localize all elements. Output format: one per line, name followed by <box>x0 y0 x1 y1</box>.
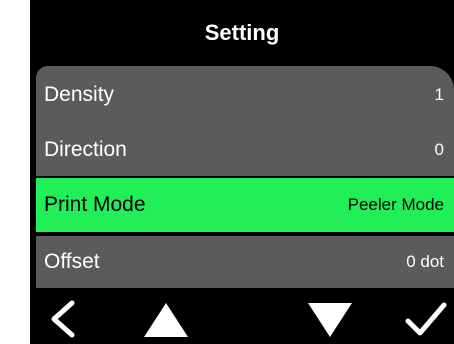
up-arrow-icon <box>144 303 188 337</box>
up-button[interactable] <box>130 294 202 344</box>
setting-label: Offset <box>44 250 100 273</box>
setting-label: Direction <box>44 138 127 161</box>
back-icon <box>51 300 75 338</box>
setting-value: 0 dot <box>406 252 444 271</box>
back-button[interactable] <box>32 294 92 344</box>
confirm-button[interactable] <box>398 294 454 344</box>
setting-value: Peeler Mode <box>347 195 444 214</box>
nav-bar <box>30 294 454 344</box>
down-button[interactable] <box>294 294 366 344</box>
screen-title: Setting <box>204 20 280 45</box>
settings-screen: Setting Density 1 Direction 0 Print Mode… <box>30 0 454 344</box>
down-arrow-icon <box>308 303 352 337</box>
check-icon <box>405 302 447 336</box>
setting-value: 1 <box>434 85 444 104</box>
setting-row-density[interactable]: Density 1 <box>36 66 454 124</box>
setting-label: Density <box>44 83 115 106</box>
setting-row-direction[interactable]: Direction 0 <box>36 124 454 176</box>
setting-label: Print Mode <box>44 193 146 216</box>
setting-value: 0 <box>434 140 444 159</box>
setting-row-offset[interactable]: Offset 0 dot <box>36 236 454 288</box>
setting-row-print-mode[interactable]: Print Mode Peeler Mode <box>36 178 454 232</box>
